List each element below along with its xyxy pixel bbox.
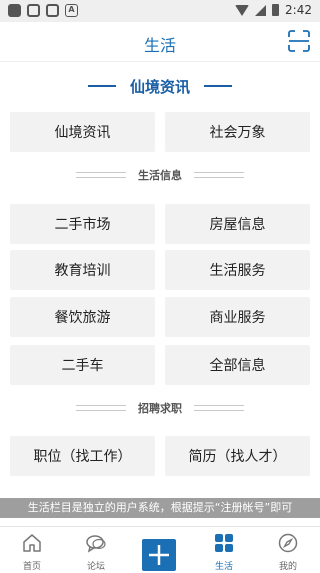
clock-time: 2:42 xyxy=(285,3,312,17)
add-post-button[interactable] xyxy=(142,539,176,571)
a-notification-icon: A xyxy=(65,4,78,17)
plus-icon xyxy=(149,545,169,565)
news-button[interactable]: 仙境资讯 xyxy=(10,112,155,152)
subhead-lines-right xyxy=(194,172,244,178)
tab-home[interactable]: 首页 xyxy=(0,527,64,573)
home-icon xyxy=(23,534,41,552)
dining-travel-button[interactable]: 餐饮旅游 xyxy=(10,297,155,337)
life-info-title: 生活信息 xyxy=(138,169,182,182)
life-service-button[interactable]: 生活服务 xyxy=(165,250,310,290)
tab-life[interactable]: 生活 xyxy=(192,527,256,573)
all-info-button[interactable]: 全部信息 xyxy=(165,345,310,385)
chat-icon xyxy=(86,535,106,553)
notification-square-icon xyxy=(8,4,21,17)
subhead-lines-right-2 xyxy=(194,405,244,411)
notice-banner: 生活栏目是独立的用户系统，根据提示“注册帐号”即可 xyxy=(0,498,320,518)
wifi-icon xyxy=(235,4,250,16)
tab-mine-label: 我的 xyxy=(278,562,297,572)
second-hand-market-button[interactable]: 二手市场 xyxy=(10,204,155,244)
society-button[interactable]: 社会万象 xyxy=(165,112,310,152)
header: 生活 xyxy=(0,22,320,62)
scan-icon[interactable] xyxy=(288,30,310,52)
housing-info-button[interactable]: 房屋信息 xyxy=(165,204,310,244)
grid-icon xyxy=(215,534,233,552)
life-info-subhead: 生活信息 xyxy=(0,168,320,182)
page-title: 生活 xyxy=(143,36,176,55)
title-bar-left xyxy=(87,85,116,87)
jobs-title: 招聘求职 xyxy=(138,402,182,415)
business-service-button[interactable]: 商业服务 xyxy=(165,297,310,337)
education-button[interactable]: 教育培训 xyxy=(10,250,155,290)
tab-forum[interactable]: 论坛 xyxy=(64,527,128,573)
find-talent-button[interactable]: 简历（找人才） xyxy=(165,436,310,476)
find-job-button[interactable]: 职位（找工作） xyxy=(10,436,155,476)
bug-icon-2 xyxy=(46,4,59,17)
title-bar-right xyxy=(204,85,232,87)
signal-icon xyxy=(255,4,267,16)
tab-forum-label: 论坛 xyxy=(86,562,105,572)
tab-home-label: 首页 xyxy=(22,562,41,572)
subhead-lines-left-2 xyxy=(76,405,126,411)
jobs-subhead: 招聘求职 xyxy=(0,401,320,415)
status-bar: A 2:42 xyxy=(0,0,320,22)
tab-mine[interactable]: 我的 xyxy=(256,527,320,573)
tab-life-label: 生活 xyxy=(214,562,233,572)
compass-icon xyxy=(278,533,298,553)
bug-icon xyxy=(27,4,40,17)
subhead-lines-left xyxy=(76,172,126,178)
section-title: 仙境资讯 xyxy=(0,74,320,98)
section-title-text: 仙境资讯 xyxy=(129,77,190,96)
used-car-button[interactable]: 二手车 xyxy=(10,345,155,385)
battery-icon xyxy=(272,4,280,16)
